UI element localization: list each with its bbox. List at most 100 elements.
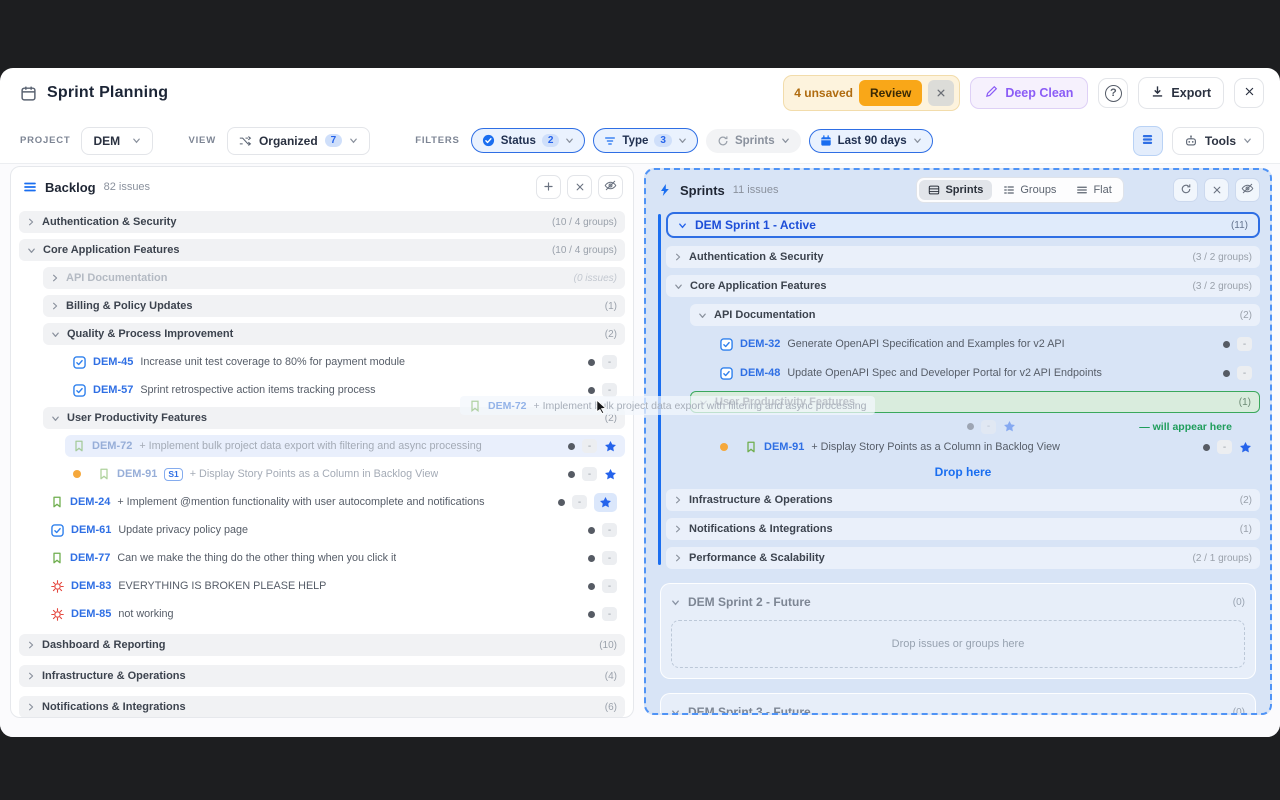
backlog-group-api-documentation[interactable]: API Documentation(0 issues) [43,267,625,289]
status-dot-icon [967,423,974,430]
status-dot-icon [1223,370,1230,377]
group-label: User Productivity Features [67,412,207,424]
chevron-right-icon[interactable] [674,554,682,562]
add-issue-button[interactable] [536,175,561,199]
backlog-issue-dem-91[interactable]: DEM-91S1+ Display Story Points as a Colu… [65,463,625,485]
assignee-dash-badge: - [1237,366,1252,380]
issue-title: Update privacy policy page [118,524,248,536]
sprint-2-header[interactable]: DEM Sprint 2 - Future (0) [671,592,1245,612]
backlog-group-dashboard-reporting[interactable]: Dashboard & Reporting(10) [19,634,625,656]
sprint1-issue-dem-32[interactable]: DEM-32Generate OpenAPI Specification and… [712,333,1260,355]
export-button[interactable]: Export [1138,77,1224,109]
chevron-down-icon[interactable] [698,311,707,320]
dismiss-unsaved-button[interactable] [928,80,954,106]
star-icon[interactable] [1239,441,1252,454]
project-select[interactable]: DEM [81,127,153,155]
density-toggle-button[interactable] [1133,126,1163,156]
backlog-issue-dem-45[interactable]: DEM-45Increase unit test coverage to 80%… [65,351,625,373]
view-mode-flat[interactable]: Flat [1067,180,1120,200]
sprint-1-count: (11) [1231,220,1248,231]
backlog-group-notifications-integrations[interactable]: Notifications & Integrations(6) [19,696,625,718]
collapse-all-button[interactable] [1204,178,1229,202]
eye-off-icon [1241,182,1254,198]
sprint1-group-core-application-features[interactable]: Core Application Features(3 / 2 groups) [666,275,1260,297]
refresh-button[interactable] [1173,178,1198,202]
unsaved-review-group: 4 unsaved Review [783,75,960,111]
close-window-button[interactable] [1234,78,1264,108]
backlog-group-billing-policy-updates[interactable]: Billing & Policy Updates(1) [43,295,625,317]
sprints-panel: Sprints 11 issues SprintsGroupsFlat DEM … [644,168,1272,715]
sprints-count: 11 issues [733,184,779,196]
chevron-down-icon[interactable] [27,246,36,255]
backlog-issue-dem-85[interactable]: DEM-85not working- [43,603,625,625]
chevron-right-icon[interactable] [674,496,682,504]
issue-meta: - [1203,440,1252,454]
sprint1-issue-dem-48[interactable]: DEM-48Update OpenAPI Spec and Developer … [712,362,1260,384]
main-area: Backlog 82 issues Authentication & Secur… [0,164,1280,737]
group-count: (3 / 2 groups) [1193,252,1252,263]
sprint1-group-performance-scalability[interactable]: Performance & Scalability(2 / 1 groups) [666,547,1260,569]
backlog-issue-dem-24[interactable]: DEM-24+ Implement @mention functionality… [43,491,625,513]
backlog-group-quality-process-improvement[interactable]: Quality & Process Improvement(2) [43,323,625,345]
group-count: (10 / 4 groups) [552,245,617,256]
backlog-group-infrastructure-operations[interactable]: Infrastructure & Operations(4) [19,665,625,687]
group-label: Authentication & Security [689,251,823,263]
star-icon[interactable] [604,440,617,453]
assignee-dash-badge: - [582,467,597,481]
backlog-group-authentication-security[interactable]: Authentication & Security(10 / 4 groups) [19,211,625,233]
hide-panel-button[interactable] [1235,178,1260,202]
backlog-issue-dem-77[interactable]: DEM-77Can we make the thing do the other… [43,547,625,569]
chevron-right-icon[interactable] [51,274,59,282]
seg-label: Groups [1020,184,1056,196]
status-dot-icon [588,359,595,366]
task-icon [720,338,733,351]
sprint1-issue-dem-91[interactable]: DEM-91+ Display Story Points as a Column… [712,436,1260,458]
backlog-menu-icon[interactable] [23,180,37,194]
star-icon[interactable] [594,493,617,512]
sprint-2-drop-zone[interactable]: Drop issues or groups here [671,620,1245,668]
chevron-right-icon[interactable] [674,253,682,261]
sprint1-group-api-documentation[interactable]: API Documentation(2) [690,304,1260,326]
chevron-down-icon[interactable] [51,414,60,423]
chevron-down-icon[interactable] [51,330,60,339]
sprint1-group-notifications-integrations[interactable]: Notifications & Integrations(1) [666,518,1260,540]
chevron-right-icon[interactable] [27,218,35,226]
filter-chip-last-90-days[interactable]: Last 90 days [809,129,933,153]
hide-panel-button[interactable] [598,175,623,199]
bug-icon [51,608,64,621]
star-icon[interactable] [604,468,617,481]
filter-chip-type[interactable]: Type3 [593,128,698,153]
filter-chip-status[interactable]: Status2 [471,128,586,153]
help-button[interactable]: ? [1098,78,1128,108]
issue-key: DEM-45 [93,356,133,368]
issue-key: DEM-48 [740,367,780,379]
view-mode-groups[interactable]: Groups [994,180,1065,200]
issue-meta: - [1223,337,1252,351]
chevron-right-icon[interactable] [51,302,59,310]
backlog-group-core-application-features[interactable]: Core Application Features(10 / 4 groups) [19,239,625,261]
sprint1-group-authentication-security[interactable]: Authentication & Security (3 / 2 groups) [666,246,1260,268]
chevron-right-icon[interactable] [674,525,682,533]
type-filter-icon [604,135,616,147]
chevron-right-icon[interactable] [27,672,35,680]
backlog-issue-dem-72[interactable]: DEM-72+ Implement bulk project data expo… [65,435,625,457]
backlog-issue-dem-61[interactable]: DEM-61Update privacy policy page- [43,519,625,541]
sprint-3-header[interactable]: DEM Sprint 3 - Future (0) [671,702,1245,715]
chevron-down-icon[interactable] [674,282,683,291]
chevron-right-icon[interactable] [27,641,35,649]
deep-clean-button[interactable]: Deep Clean [970,77,1088,109]
sprint-1-header[interactable]: DEM Sprint 1 - Active (11) [666,212,1260,238]
modified-dot-icon [720,443,728,451]
review-button[interactable]: Review [859,80,922,106]
sprint1-group-infrastructure-operations[interactable]: Infrastructure & Operations(2) [666,489,1260,511]
backlog-issue-dem-83[interactable]: DEM-83EVERYTHING IS BROKEN PLEASE HELP- [43,575,625,597]
collapse-all-button[interactable] [567,175,592,199]
close-icon [1244,86,1255,100]
question-icon: ? [1105,85,1122,102]
chevron-right-icon[interactable] [27,703,35,711]
filter-chip-sprints[interactable]: Sprints [706,129,801,153]
view-mode-sprints[interactable]: Sprints [919,180,992,200]
view-select[interactable]: Organized 7 [227,127,370,155]
sprint-3-block: DEM Sprint 3 - Future (0) Drop issues or… [660,693,1256,715]
tools-select[interactable]: Tools [1172,127,1264,155]
